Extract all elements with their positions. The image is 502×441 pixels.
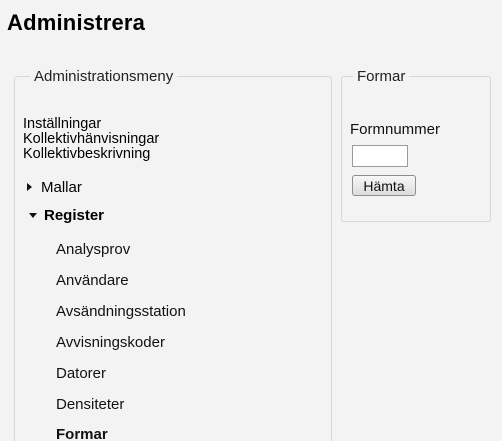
tree-group-register[interactable]: Register bbox=[29, 207, 104, 225]
collapse-triangle-icon bbox=[29, 212, 37, 218]
tree-group-mallar-label: Mallar bbox=[41, 179, 82, 196]
formar-panel: Formar Formnummer Hämta bbox=[341, 68, 491, 222]
link-installningar[interactable]: Inställningar bbox=[23, 117, 159, 132]
formnummer-label: Formnummer bbox=[350, 121, 441, 138]
hamta-button[interactable]: Hämta bbox=[352, 175, 416, 196]
register-item-avvisningskoder[interactable]: Avvisningskoder bbox=[56, 334, 165, 352]
register-item-datorer[interactable]: Datorer bbox=[56, 365, 106, 383]
register-item-anvandare[interactable]: Användare bbox=[56, 272, 129, 290]
link-kollektivhanvisningar[interactable]: Kollektivhänvisningar bbox=[23, 132, 159, 147]
admin-menu-legend: Administrationsmeny bbox=[30, 68, 178, 86]
register-item-avsandningsstation[interactable]: Avsändningsstation bbox=[56, 303, 186, 321]
tree-group-mallar[interactable]: Mallar bbox=[27, 179, 82, 197]
link-kollektivbeskrivning[interactable]: Kollektivbeskrivning bbox=[23, 147, 159, 162]
formar-legend: Formar bbox=[353, 68, 410, 86]
page: Administrera Administrationsmeny Inställ… bbox=[0, 0, 502, 441]
register-item-densiteter[interactable]: Densiteter bbox=[56, 396, 124, 414]
page-title: Administrera bbox=[7, 10, 146, 35]
expand-triangle-icon bbox=[27, 183, 32, 192]
formnummer-input[interactable] bbox=[352, 145, 408, 167]
tree-group-register-label: Register bbox=[44, 207, 105, 224]
admin-menu-panel: Administrationsmeny Inställningar Kollek… bbox=[14, 68, 332, 441]
register-item-formar[interactable]: Formar bbox=[56, 426, 108, 441]
register-item-analysprov[interactable]: Analysprov bbox=[56, 241, 130, 259]
admin-links: Inställningar Kollektivhänvisningar Koll… bbox=[23, 117, 159, 162]
